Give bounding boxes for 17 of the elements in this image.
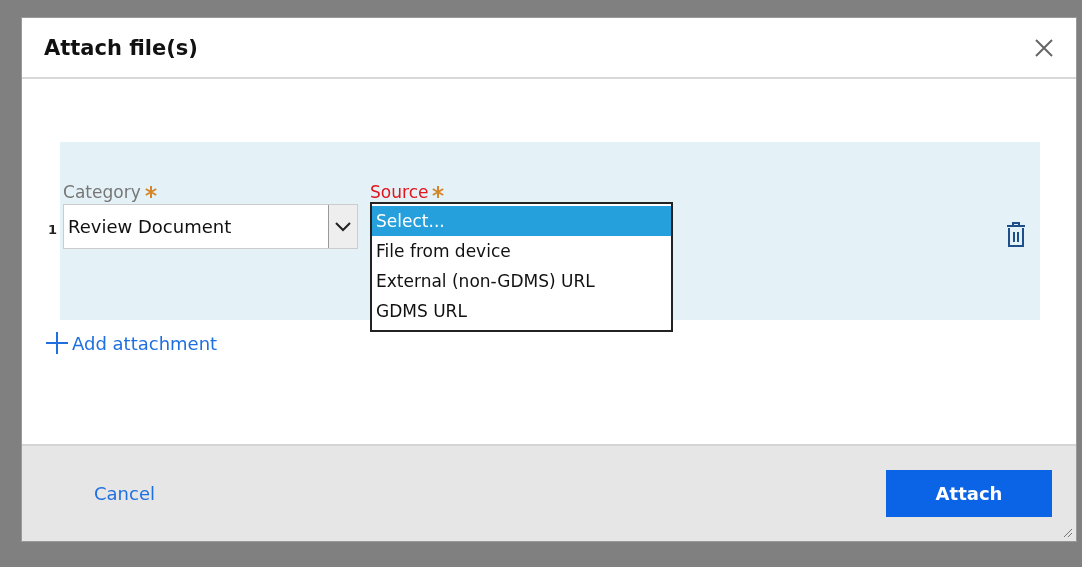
- field-label: Category: [63, 182, 141, 202]
- cancel-link[interactable]: Cancel: [94, 483, 155, 504]
- plus-icon: [46, 332, 68, 354]
- chevron-down-icon: [335, 221, 352, 232]
- row-number: 1: [48, 222, 58, 237]
- add-attachment-link[interactable]: Add attachment: [46, 332, 218, 354]
- listbox-option[interactable]: File from device: [372, 236, 672, 266]
- trash-icon[interactable]: [1006, 222, 1026, 248]
- attach-button[interactable]: Attach: [886, 470, 1052, 517]
- source-listbox[interactable]: Select... File from device External (non-GDMS) URL GDMS URL: [370, 202, 674, 332]
- resize-grip-icon[interactable]: [1063, 528, 1073, 538]
- listbox-option[interactable]: GDMS URL: [372, 296, 672, 326]
- dialog-title: Attach file(s): [44, 35, 198, 60]
- category-dropdown[interactable]: Review Document: [63, 204, 359, 249]
- field-label: Source: [370, 182, 429, 202]
- close-icon[interactable]: [1034, 37, 1054, 58]
- listbox-option[interactable]: External (non-GDMS) URL: [372, 266, 672, 296]
